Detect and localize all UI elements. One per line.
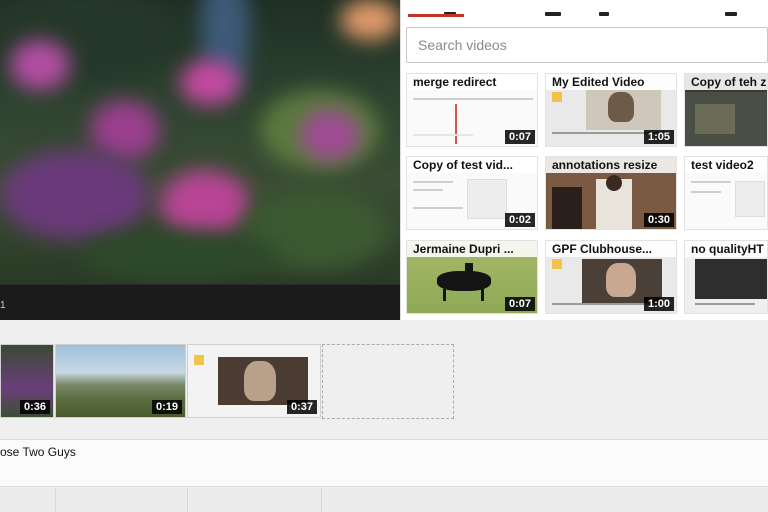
divider bbox=[321, 488, 322, 512]
duration-badge: 0:07 bbox=[504, 297, 535, 311]
duration-badge: 0:30 bbox=[643, 213, 674, 227]
video-frame-preview[interactable] bbox=[0, 0, 400, 284]
timeline-clip[interactable]: 0:19 bbox=[55, 344, 186, 418]
tab-transitions[interactable] bbox=[711, 0, 751, 18]
video-title: no qualityHT bbox=[685, 241, 767, 257]
tab-music-mark bbox=[599, 12, 609, 16]
video-thumb-merge-redirect[interactable]: merge redirect 0:07 bbox=[406, 73, 538, 147]
timeline-bottom-row bbox=[0, 488, 768, 512]
video-player[interactable]: 1 bbox=[0, 0, 400, 320]
video-thumb-jermaine-dupri[interactable]: Jermaine Dupri ... 0:07 bbox=[406, 240, 538, 314]
video-title: Copy of test vid... bbox=[407, 157, 537, 173]
audio-track[interactable] bbox=[0, 439, 768, 487]
timeline-clip[interactable]: 0:37 bbox=[187, 344, 321, 418]
video-thumb-my-edited-video[interactable]: My Edited Video 1:05 bbox=[545, 73, 677, 147]
player-controls-bar[interactable]: 1 bbox=[0, 284, 400, 320]
video-editor: 1 merge redirect 0:07 bbox=[0, 0, 768, 512]
video-title: GPF Clubhouse... bbox=[546, 241, 676, 257]
tab-music-icon bbox=[545, 12, 561, 16]
video-title: Copy of teh z bbox=[685, 74, 767, 90]
tab-bar bbox=[401, 0, 768, 18]
time-readout: 1 bbox=[0, 300, 6, 311]
video-title: annotations resize bbox=[546, 157, 676, 173]
video-title: merge redirect bbox=[407, 74, 537, 90]
duration-badge: 0:07 bbox=[504, 130, 535, 144]
empty-clip-drop-slot[interactable] bbox=[322, 344, 454, 419]
tab-transitions-icon bbox=[725, 12, 737, 16]
tab-music[interactable] bbox=[541, 0, 631, 18]
clip-duration-badge: 0:19 bbox=[151, 400, 182, 414]
audio-track-label: ose Two Guys bbox=[0, 445, 76, 459]
video-thumb-copy-of-test-video[interactable]: Copy of test vid... 0:02 bbox=[406, 156, 538, 230]
video-thumb-test-video2[interactable]: test video2 bbox=[684, 156, 768, 230]
clip-duration-badge: 0:36 bbox=[19, 400, 50, 414]
duration-badge: 1:00 bbox=[643, 297, 674, 311]
timeline: 0:36 0:19 0:37 ose Two Guys bbox=[0, 320, 768, 512]
video-title: My Edited Video bbox=[546, 74, 676, 90]
duration-badge: 0:02 bbox=[504, 213, 535, 227]
duration-badge: 1:05 bbox=[643, 130, 674, 144]
video-title: test video2 bbox=[685, 157, 767, 173]
clip-duration-badge: 0:37 bbox=[286, 400, 317, 414]
clip-thumb-mark bbox=[194, 355, 204, 365]
divider bbox=[187, 488, 188, 512]
search-box[interactable] bbox=[406, 27, 768, 63]
active-tab-indicator bbox=[408, 14, 464, 17]
timeline-clip[interactable]: 0:36 bbox=[0, 344, 54, 418]
search-input[interactable] bbox=[407, 28, 767, 62]
clip-thumb-face bbox=[244, 361, 276, 401]
divider bbox=[55, 488, 56, 512]
video-title: Jermaine Dupri ... bbox=[407, 241, 537, 257]
video-thumb-copy-of-teh[interactable]: Copy of teh z bbox=[684, 73, 768, 147]
video-thumb-annotations-resize[interactable]: annotations resize 0:30 bbox=[545, 156, 677, 230]
video-thumb-no-quality[interactable]: no qualityHT bbox=[684, 240, 768, 314]
video-thumb-gpf-clubhouse[interactable]: GPF Clubhouse... 1:00 bbox=[545, 240, 677, 314]
